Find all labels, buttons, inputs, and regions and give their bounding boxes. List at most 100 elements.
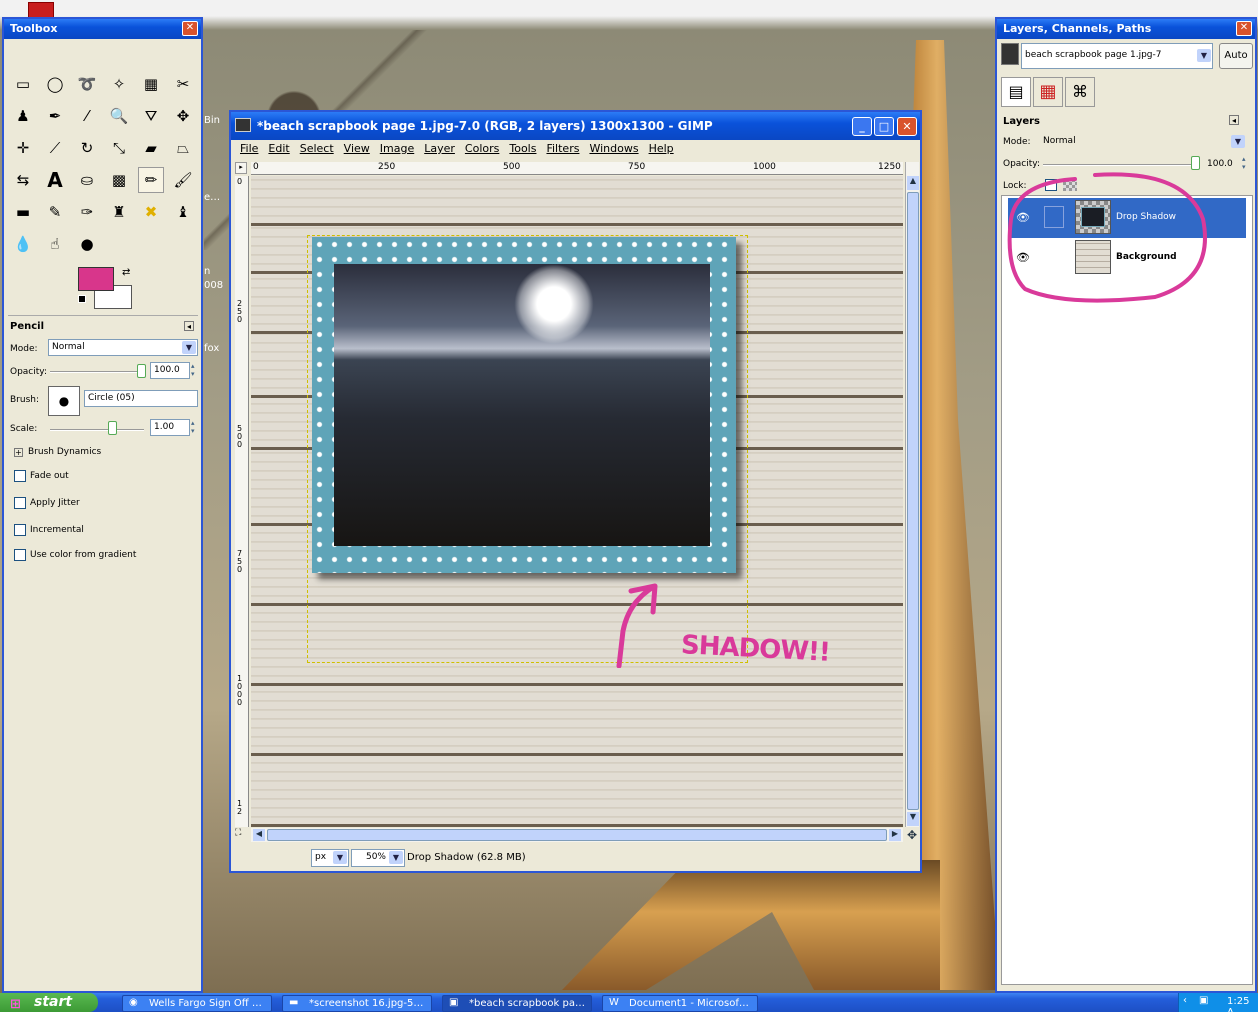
- move-icon[interactable]: ✥: [170, 103, 196, 129]
- foreground-select-icon[interactable]: ♟: [10, 103, 36, 129]
- rotate-icon[interactable]: ↻: [74, 135, 100, 161]
- brush-preview[interactable]: ●: [48, 386, 80, 416]
- channels-tab-icon[interactable]: ▦: [1033, 77, 1063, 107]
- image-window-titlebar[interactable]: *beach scrapbook page 1.jpg-7.0 (RGB, 2 …: [231, 112, 920, 140]
- use-gradient-checkbox[interactable]: [14, 549, 26, 561]
- menu-file[interactable]: File: [240, 142, 258, 155]
- crop-icon[interactable]: ⟋: [42, 135, 68, 161]
- flip-icon[interactable]: ⇆: [10, 167, 36, 193]
- unit-select[interactable]: px ▼: [311, 849, 349, 867]
- blend-icon[interactable]: ▩: [106, 167, 132, 193]
- menu-view[interactable]: View: [344, 142, 370, 155]
- spin-icon[interactable]: ▴ ▾: [191, 419, 195, 435]
- pdf-desktop-icon[interactable]: [28, 2, 54, 18]
- menu-layer[interactable]: Layer: [424, 142, 455, 155]
- opacity-input[interactable]: 100.0: [150, 362, 190, 379]
- task-button-active[interactable]: ▣ *beach scrapbook pa…: [442, 995, 592, 1012]
- align-icon[interactable]: ✛: [10, 135, 36, 161]
- zoom-select[interactable]: 50% ▼: [351, 849, 405, 867]
- quick-mask-corner-icon[interactable]: ▸: [235, 162, 247, 174]
- foreground-color-swatch[interactable]: [78, 267, 114, 291]
- brush-name[interactable]: Circle (05): [84, 390, 198, 407]
- perspective-icon[interactable]: ⏢: [170, 135, 196, 161]
- task-button[interactable]: W Document1 - Microsof…: [602, 995, 758, 1012]
- color-picker-icon[interactable]: ⁄: [74, 103, 100, 129]
- default-colors-icon[interactable]: [78, 295, 86, 303]
- swap-colors-icon[interactable]: ⇄: [122, 267, 130, 278]
- bucket-fill-icon[interactable]: ⛀: [74, 167, 100, 193]
- scroll-right-icon[interactable]: ▶: [889, 829, 901, 841]
- minimize-icon[interactable]: _: [852, 117, 872, 136]
- layer-opacity-handle[interactable]: [1191, 156, 1200, 170]
- task-button[interactable]: ◉ Wells Fargo Sign Off …: [122, 995, 272, 1012]
- blur-icon[interactable]: 💧: [10, 231, 36, 257]
- panel-menu-icon[interactable]: ◂: [184, 321, 194, 331]
- lasso-icon[interactable]: ➰: [74, 71, 100, 97]
- task-button[interactable]: ▬ *screenshot 16.jpg-5…: [282, 995, 432, 1012]
- tray-expand-icon[interactable]: ‹: [1183, 995, 1187, 1006]
- heal-icon[interactable]: ✖: [138, 199, 164, 225]
- paths-icon[interactable]: ✒: [42, 103, 68, 129]
- image-select[interactable]: beach scrapbook page 1.jpg-7 ▼: [1021, 43, 1213, 69]
- incremental-checkbox[interactable]: [14, 524, 26, 536]
- scroll-down-icon[interactable]: ▼: [907, 812, 919, 826]
- vertical-scroll-thumb[interactable]: [907, 192, 919, 810]
- expander-plus-icon[interactable]: +: [14, 448, 23, 457]
- layer-mode-select[interactable]: Normal ▼: [1039, 133, 1247, 150]
- perspective-clone-icon[interactable]: ♝: [170, 199, 196, 225]
- fuzzy-select-icon[interactable]: ✧: [106, 71, 132, 97]
- pencil-icon[interactable]: ✏: [138, 167, 164, 193]
- close-icon[interactable]: ✕: [1236, 21, 1252, 36]
- scale-icon[interactable]: ⤡: [106, 135, 132, 161]
- menu-image[interactable]: Image: [380, 142, 414, 155]
- spin-icon[interactable]: ▴ ▾: [191, 362, 195, 378]
- navigate-icon[interactable]: ✥: [907, 828, 921, 842]
- horizontal-ruler[interactable]: 0 250 500 750 1000 1250: [251, 162, 903, 175]
- rect-select-icon[interactable]: ▭: [10, 71, 36, 97]
- menu-filters[interactable]: Filters: [546, 142, 579, 155]
- scroll-up-icon[interactable]: ▲: [907, 176, 919, 190]
- scissors-icon[interactable]: ✂: [170, 71, 196, 97]
- panel-menu-icon[interactable]: ◂: [1229, 115, 1239, 125]
- paths-tab-icon[interactable]: ⌘: [1065, 77, 1095, 107]
- dodge-burn-icon[interactable]: ●: [74, 231, 100, 257]
- layer-opacity-slider[interactable]: [1043, 164, 1193, 166]
- close-icon[interactable]: ✕: [182, 21, 198, 36]
- toolbox-titlebar[interactable]: Toolbox ✕: [4, 19, 201, 39]
- airbrush-icon[interactable]: ✎: [42, 199, 68, 225]
- scale-input[interactable]: 1.00: [150, 419, 190, 436]
- color-select-icon[interactable]: ▦: [138, 71, 164, 97]
- paintbrush-icon[interactable]: 🖌: [170, 167, 196, 193]
- network-icon[interactable]: ▣: [1199, 995, 1208, 1006]
- eraser-icon[interactable]: ▬: [10, 199, 36, 225]
- scale-slider[interactable]: [50, 429, 144, 431]
- measure-icon[interactable]: ⛛: [138, 103, 164, 129]
- horizontal-scrollbar[interactable]: ◀ ▶: [251, 828, 903, 842]
- maximize-icon[interactable]: □: [874, 117, 894, 136]
- scroll-left-icon[interactable]: ◀: [253, 829, 265, 841]
- layers-titlebar[interactable]: Layers, Channels, Paths ✕: [997, 19, 1255, 39]
- menu-tools[interactable]: Tools: [509, 142, 536, 155]
- shear-icon[interactable]: ▰: [138, 135, 164, 161]
- navigate-corner-icon[interactable]: ⛶: [235, 828, 249, 842]
- horizontal-scroll-thumb[interactable]: [267, 829, 887, 841]
- menu-select[interactable]: Select: [300, 142, 334, 155]
- layers-tab-icon[interactable]: ▤: [1001, 77, 1031, 107]
- opacity-slider-handle[interactable]: [137, 364, 146, 378]
- scale-slider-handle[interactable]: [108, 421, 117, 435]
- vertical-scrollbar[interactable]: ▲ ▼: [905, 162, 919, 827]
- start-button[interactable]: ⊞ start: [0, 993, 98, 1012]
- close-icon[interactable]: ✕: [897, 117, 917, 136]
- menu-colors[interactable]: Colors: [465, 142, 499, 155]
- clone-icon[interactable]: ♜: [106, 199, 132, 225]
- menu-edit[interactable]: Edit: [268, 142, 289, 155]
- auto-button[interactable]: Auto: [1219, 43, 1253, 69]
- fade-out-checkbox[interactable]: [14, 470, 26, 482]
- vertical-ruler[interactable]: 0 250 500 750 1000 12: [235, 176, 249, 827]
- ink-icon[interactable]: ✑: [74, 199, 100, 225]
- layer-opacity-input[interactable]: 100.0: [1207, 159, 1233, 169]
- opacity-slider[interactable]: [50, 371, 144, 373]
- zoom-icon[interactable]: 🔍: [106, 103, 132, 129]
- mode-select[interactable]: Normal ▼: [48, 339, 198, 356]
- image-canvas[interactable]: SHADOW!!: [251, 176, 903, 827]
